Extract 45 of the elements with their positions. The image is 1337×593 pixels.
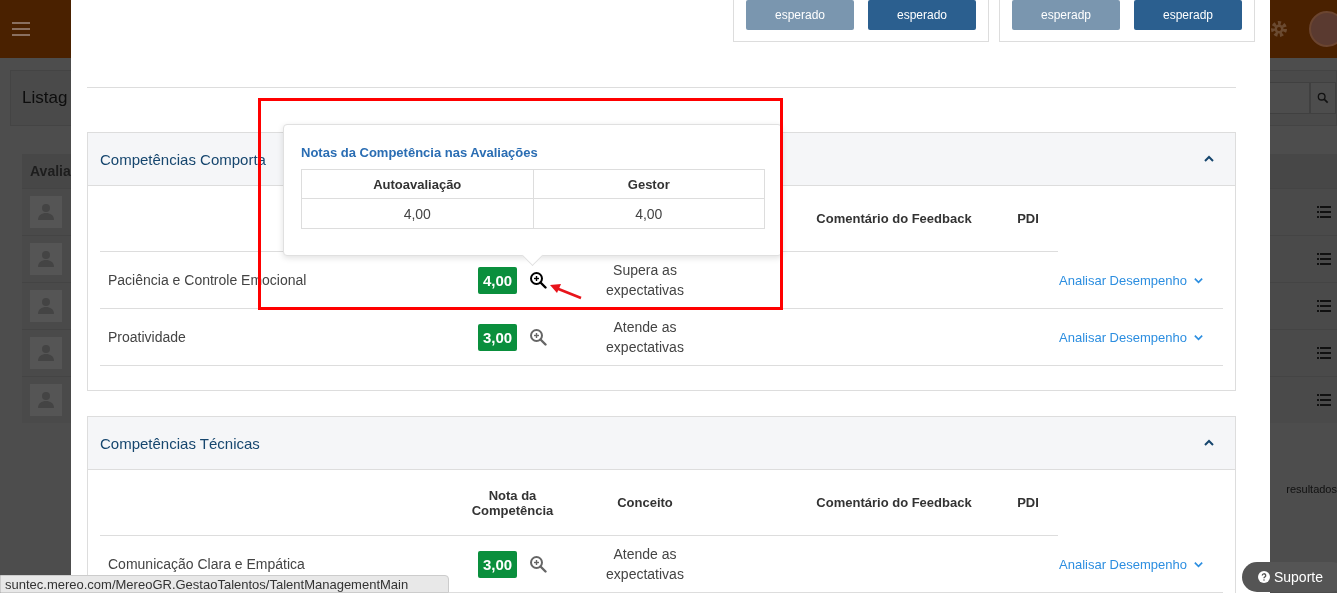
analyze-link[interactable]: Analisar Desempenho: [1059, 556, 1204, 572]
column-header: Nota da Competência: [470, 487, 555, 518]
column-header: PDI: [1017, 495, 1039, 510]
column-header: Gestor: [533, 169, 765, 199]
search-button[interactable]: [1310, 82, 1336, 114]
column-header: Comentário do Feedback: [816, 495, 972, 510]
analyze-link[interactable]: Analisar Desempenho: [1059, 272, 1204, 288]
popover-title: Notas da Competência nas Avaliações: [301, 145, 539, 160]
table-cell: 4,00: [301, 198, 533, 229]
section-title: Competências Técnicas: [100, 434, 260, 452]
concept-text: Atende as expectativas: [605, 545, 685, 584]
column-header: PDI: [1017, 211, 1039, 226]
rating-button[interactable]: esperadp: [1134, 0, 1242, 30]
competency-name: Proatividade: [107, 329, 186, 345]
zoom-in-icon[interactable]: [529, 271, 548, 289]
column-header: Autoavaliação: [301, 169, 533, 199]
results-count: resultados: [1286, 483, 1337, 495]
column-header: Conceito: [617, 495, 673, 510]
column-header: Comentário do Feedback: [816, 211, 972, 226]
list-icon[interactable]: [1317, 253, 1331, 265]
rating-button[interactable]: esperado: [746, 0, 854, 30]
competency-name: Comunicação Clara e Empática: [107, 556, 305, 572]
arrow-icon: [548, 282, 582, 300]
page-title: Listag: [22, 88, 68, 108]
concept-text: Supera as expectativas: [605, 261, 685, 300]
concept-text: Atende as expectativas: [605, 318, 685, 357]
list-icon[interactable]: [1317, 347, 1331, 359]
analyze-link[interactable]: Analisar Desempenho: [1059, 329, 1204, 345]
help-icon: [1257, 571, 1270, 583]
list-icon[interactable]: [1317, 206, 1331, 218]
score-badge: 3,00: [477, 550, 518, 578]
section-header[interactable]: Competências Técnicas: [88, 417, 1235, 470]
settings-icon[interactable]: [1269, 19, 1289, 39]
search-icon: [1317, 92, 1329, 104]
rating-button[interactable]: esperado: [868, 0, 976, 30]
rating-button[interactable]: esperadp: [1012, 0, 1120, 30]
menu-icon[interactable]: [12, 22, 30, 36]
table-cell: 4,00: [533, 198, 765, 229]
avatar[interactable]: [1309, 11, 1337, 47]
list-icon[interactable]: [1317, 394, 1331, 406]
support-button[interactable]: Suporte: [1241, 562, 1337, 592]
list-icon[interactable]: [1317, 300, 1331, 312]
status-url: suntec.mereo.com/MereoGR.GestaoTalentos/TalentManagementMain: [0, 575, 449, 593]
score-badge: 4,00: [477, 266, 518, 294]
score-badge: 3,00: [477, 323, 518, 351]
